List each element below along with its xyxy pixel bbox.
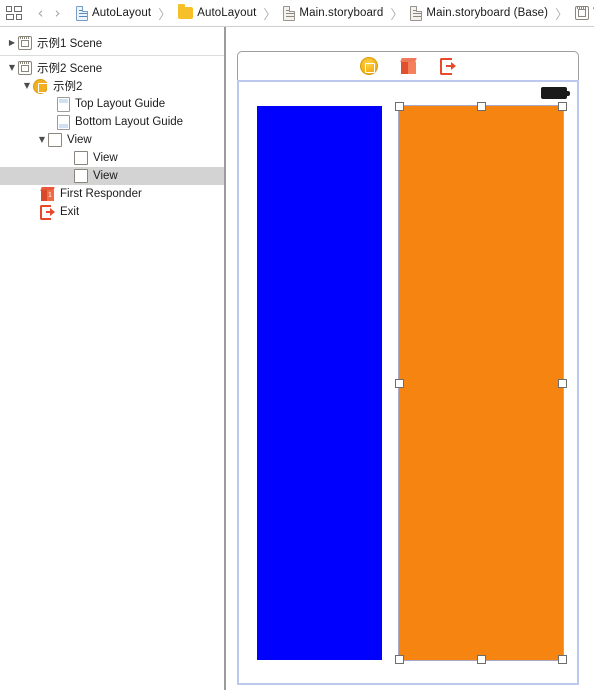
disclosure-triangle-icon[interactable]: ▼ — [6, 64, 18, 72]
disclosure-spacer: ▶ — [45, 118, 57, 126]
selection-handle-top-right[interactable] — [558, 102, 567, 111]
outline-row-top-layout-guide[interactable]: ▶ Top Layout Guide — [0, 95, 224, 113]
outline-row-label: First Responder — [60, 188, 142, 200]
selection-handle-middle-left[interactable] — [395, 378, 404, 388]
breadcrumb-label: Main.storyboard (Base) — [426, 7, 549, 19]
breadcrumb-separator-icon: 〉 — [390, 7, 404, 23]
breadcrumb-item-storyboard-base[interactable]: Main.storyboard (Base) — [408, 0, 549, 26]
breadcrumb-separator-icon: 〉 — [555, 7, 569, 23]
scene-dock[interactable] — [237, 51, 579, 81]
outline-divider — [0, 55, 224, 56]
outline-row-view-controller[interactable]: ▼ 示例2 — [0, 77, 224, 95]
view-icon — [74, 151, 88, 165]
exit-icon — [40, 204, 55, 220]
disclosure-spacer: ▶ — [28, 190, 40, 198]
yellow-folder-icon — [178, 4, 194, 19]
outline-row-label: View — [67, 134, 92, 146]
bottom-layout-guide-icon — [57, 114, 70, 130]
outline-row-first-responder[interactable]: ▶ 1 First Responder — [0, 185, 224, 203]
selection-handle-bottom-right[interactable] — [558, 655, 567, 664]
outline-row-label: Bottom Layout Guide — [75, 116, 184, 128]
exit-dock-icon[interactable] — [439, 57, 457, 75]
breadcrumb-item-storyboard[interactable]: Main.storyboard — [281, 0, 384, 26]
disclosure-spacer: ▶ — [62, 154, 74, 162]
breadcrumb-separator-icon: 〉 — [158, 7, 172, 23]
scene-icon — [18, 36, 32, 50]
view-icon — [74, 169, 88, 183]
storyboard-canvas[interactable] — [226, 27, 594, 690]
outline-row-label: Top Layout Guide — [75, 98, 166, 110]
breadcrumb-label: AutoLayout — [92, 7, 152, 19]
selection-handle-middle-right[interactable] — [558, 378, 567, 388]
disclosure-triangle-icon[interactable]: ▶ — [6, 39, 18, 47]
view-controller-icon — [575, 6, 590, 20]
outline-row-label: 示例1 Scene — [37, 38, 103, 50]
outline-row-subview-1[interactable]: ▶ View — [0, 149, 224, 167]
disclosure-triangle-icon[interactable]: ▼ — [21, 82, 33, 90]
selection-handle-top-left[interactable] — [395, 102, 404, 111]
outline-row-label: Exit — [60, 206, 80, 218]
outline-row-label: 示例2 — [53, 81, 83, 93]
first-responder-icon: 1 — [40, 186, 55, 202]
device-view[interactable] — [237, 80, 579, 685]
battery-icon — [541, 87, 570, 99]
outline-row-root-view[interactable]: ▼ View — [0, 131, 224, 149]
back-arrow-icon[interactable]: ‹ — [32, 5, 49, 21]
outline-row-subview-2[interactable]: ▶ View — [0, 167, 224, 185]
selection-handle-top-center[interactable] — [476, 102, 486, 111]
scene-container[interactable] — [237, 51, 579, 685]
orange-view[interactable] — [398, 105, 564, 661]
disclosure-spacer: ▶ — [45, 100, 57, 108]
disclosure-triangle-icon[interactable]: ▼ — [36, 136, 48, 144]
breadcrumb-label: AutoLayout — [197, 7, 257, 19]
grid-icon[interactable] — [6, 6, 22, 20]
disclosure-spacer: ▶ — [28, 208, 40, 216]
breadcrumb-separator-icon: 〉 — [263, 7, 277, 23]
breadcrumb-item-folder[interactable]: AutoLayout — [176, 0, 257, 26]
blue-view[interactable] — [257, 106, 382, 660]
outline-row-label: 示例2 Scene — [37, 63, 103, 75]
outline-row-exit[interactable]: ▶ Exit — [0, 203, 224, 221]
document-outline-panel[interactable]: ▶ 示例1 Scene ▼ 示例2 Scene ▼ 示例2 ▶ Top Layo… — [0, 27, 225, 690]
view-controller-dock-icon[interactable] — [359, 57, 378, 75]
gray-document-icon — [410, 5, 423, 21]
jump-bar: ‹ › AutoLayout 〉 AutoLayout 〉 Main.story… — [0, 0, 594, 27]
outline-row-scene-2[interactable]: ▼ 示例2 Scene — [0, 59, 224, 77]
breadcrumb-item-view-controller[interactable]: View Cor — [573, 0, 594, 26]
top-layout-guide-icon — [57, 96, 70, 112]
gray-document-icon — [283, 5, 296, 21]
selection-handle-bottom-center[interactable] — [476, 655, 486, 664]
outline-row-bottom-layout-guide[interactable]: ▶ Bottom Layout Guide — [0, 113, 224, 131]
breadcrumb-item-project[interactable]: AutoLayout — [74, 0, 152, 26]
scene-icon — [18, 61, 32, 75]
disclosure-spacer: ▶ — [62, 172, 74, 180]
status-bar — [239, 82, 577, 104]
outline-row-label: View — [93, 170, 118, 182]
blue-document-icon — [76, 5, 88, 21]
forward-arrow-icon[interactable]: › — [49, 5, 66, 21]
view-icon — [48, 133, 62, 147]
first-responder-dock-icon[interactable] — [399, 57, 418, 75]
view-controller-circle-icon — [33, 78, 48, 94]
outline-row-scene-1[interactable]: ▶ 示例1 Scene — [0, 34, 224, 52]
selection-handle-bottom-left[interactable] — [395, 655, 404, 664]
breadcrumb-label: Main.storyboard — [299, 7, 384, 19]
outline-row-label: View — [93, 152, 118, 164]
